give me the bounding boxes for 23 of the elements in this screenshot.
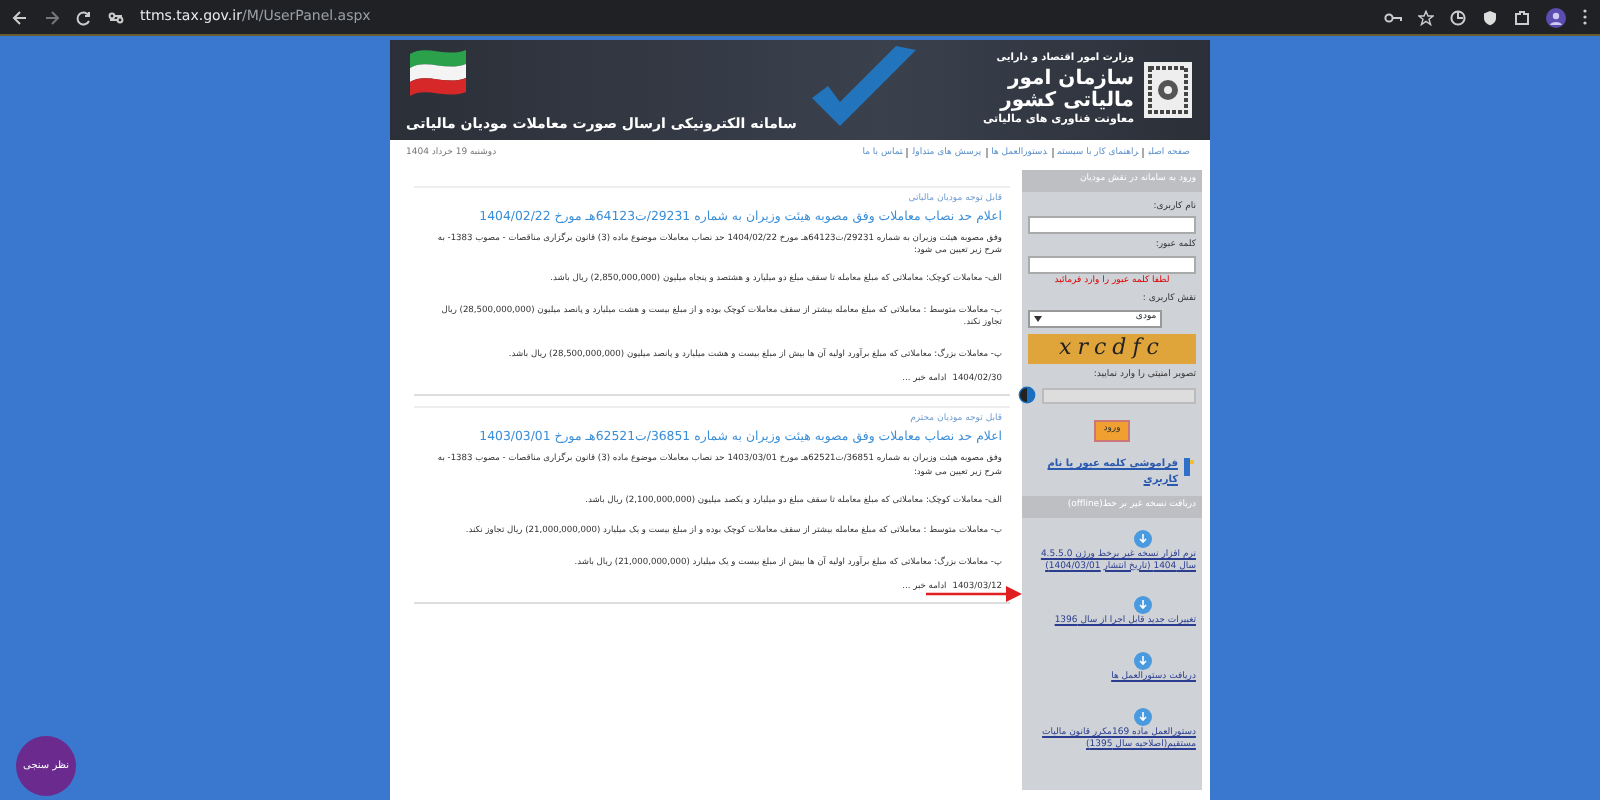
download-icon[interactable]: [1134, 529, 1152, 548]
puzzle-icon[interactable]: [1514, 9, 1530, 25]
avatar-icon[interactable]: [1546, 7, 1566, 27]
menu-icon[interactable]: [1582, 8, 1588, 26]
back-icon[interactable]: [12, 9, 28, 25]
refresh-icon[interactable]: [1018, 386, 1036, 405]
download-icon[interactable]: [1134, 708, 1152, 727]
site-info-icon[interactable]: [108, 9, 124, 25]
shield-icon[interactable]: [1482, 9, 1498, 25]
star-icon[interactable]: [1418, 9, 1434, 25]
download-icon[interactable]: [1134, 596, 1152, 615]
flag-drawing: [406, 46, 470, 98]
captcha-image: xrcdfc: [1028, 333, 1196, 363]
forward-icon[interactable]: [44, 9, 60, 25]
password-field[interactable]: [1028, 256, 1196, 274]
organization-name: سازمان امور مالیاتی کشور: [999, 67, 1134, 112]
username-field[interactable]: [1028, 216, 1196, 235]
captcha-field[interactable]: [1042, 387, 1196, 404]
reload-icon[interactable]: [76, 9, 92, 25]
emblem-icon: [1142, 60, 1194, 120]
download-icon[interactable]: [1134, 652, 1152, 671]
caret-icon: [1034, 315, 1042, 321]
pointer-arrow: [926, 584, 1022, 604]
